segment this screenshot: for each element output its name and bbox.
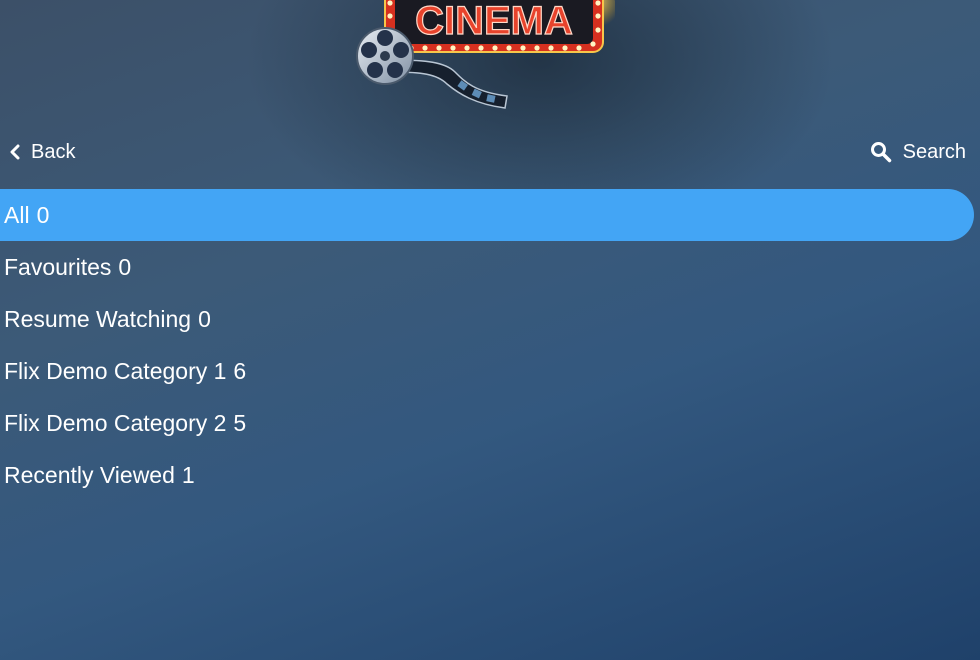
category-label: All [4, 201, 30, 228]
category-item-flix-demo-2[interactable]: Flix Demo Category 2 5 [0, 397, 974, 449]
category-count: 6 [233, 357, 247, 384]
category-list: All 0 Favourites 0 Resume Watching 0 Fli… [0, 189, 974, 501]
back-label: Back [31, 140, 76, 163]
chevron-left-icon [10, 144, 20, 160]
category-item-resume-watching[interactable]: Resume Watching 0 [0, 293, 974, 345]
film-reel-icon [356, 27, 414, 85]
category-item-all[interactable]: All 0 [0, 189, 974, 241]
search-label: Search [902, 140, 966, 163]
category-label: Favourites [4, 253, 112, 280]
category-item-flix-demo-1[interactable]: Flix Demo Category 1 6 [0, 345, 974, 397]
category-label: Flix Demo Category 2 [4, 409, 227, 436]
category-count: 0 [36, 201, 50, 228]
logo-text: CINEMA [415, 0, 573, 43]
category-label: Resume Watching [4, 305, 192, 332]
cinema-logo-graphic: CINEMA [356, 0, 617, 109]
category-count: 0 [118, 253, 132, 280]
category-item-favourites[interactable]: Favourites 0 [0, 241, 974, 293]
category-item-recently-viewed[interactable]: Recently Viewed 1 [0, 449, 974, 501]
category-label: Recently Viewed [4, 461, 175, 488]
category-count: 5 [233, 409, 247, 436]
cinema-logo: CINEMA [355, 0, 617, 115]
search-icon [870, 142, 891, 163]
category-count: 0 [198, 305, 211, 332]
category-count: 1 [181, 461, 195, 488]
back-button[interactable]: Back [9, 138, 75, 166]
search-button[interactable]: Search [870, 138, 966, 166]
category-label: Flix Demo Category 1 [4, 357, 227, 384]
